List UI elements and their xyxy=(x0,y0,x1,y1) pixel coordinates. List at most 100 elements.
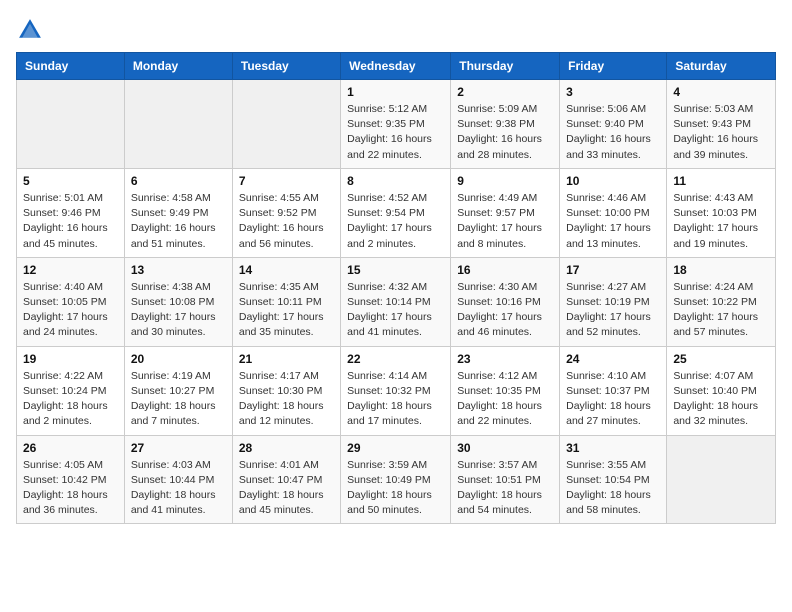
day-number: 15 xyxy=(347,263,444,277)
calendar-cell: 25Sunrise: 4:07 AM Sunset: 10:40 PM Dayl… xyxy=(667,346,776,435)
day-info: Sunrise: 5:01 AM Sunset: 9:46 PM Dayligh… xyxy=(23,191,118,252)
calendar-cell: 21Sunrise: 4:17 AM Sunset: 10:30 PM Dayl… xyxy=(232,346,340,435)
day-info: Sunrise: 5:03 AM Sunset: 9:43 PM Dayligh… xyxy=(673,102,769,163)
day-info: Sunrise: 4:17 AM Sunset: 10:30 PM Daylig… xyxy=(239,369,334,430)
day-number: 28 xyxy=(239,441,334,455)
calendar-cell: 29Sunrise: 3:59 AM Sunset: 10:49 PM Dayl… xyxy=(341,435,451,524)
day-number: 16 xyxy=(457,263,553,277)
calendar-header-thursday: Thursday xyxy=(451,53,560,80)
calendar-cell: 4 Sunrise: 5:03 AM Sunset: 9:43 PM Daylig… xyxy=(667,80,776,169)
day-number: 7 xyxy=(239,174,334,188)
day-number: 19 xyxy=(23,352,118,366)
day-info: Sunrise: 4:40 AM Sunset: 10:05 PM Daylig… xyxy=(23,280,118,341)
day-info: Sunrise: 4:12 AM Sunset: 10:35 PM Daylig… xyxy=(457,369,553,430)
calendar-cell: 1 Sunrise: 5:12 AM Sunset: 9:35 PM Daylig… xyxy=(341,80,451,169)
day-number: 9 xyxy=(457,174,553,188)
calendar-header-wednesday: Wednesday xyxy=(341,53,451,80)
calendar-cell: 30 Sunrise: 3:57 AM Sunset: 10:51 PM Dayl… xyxy=(451,435,560,524)
calendar-cell: 18 Sunrise: 4:24 AM Sunset: 10:22 PM Dayl… xyxy=(667,257,776,346)
calendar-cell xyxy=(232,80,340,169)
day-info: Sunrise: 4:32 AM Sunset: 10:14 PM Daylig… xyxy=(347,280,444,341)
day-number: 8 xyxy=(347,174,444,188)
calendar-header-saturday: Saturday xyxy=(667,53,776,80)
calendar-cell: 3Sunrise: 5:06 AM Sunset: 9:40 PM Daylig… xyxy=(560,80,667,169)
day-number: 23 xyxy=(457,352,553,366)
day-number: 31 xyxy=(566,441,660,455)
day-number: 4 xyxy=(673,85,769,99)
calendar-cell: 12 Sunrise: 4:40 AM Sunset: 10:05 PM Dayl… xyxy=(17,257,125,346)
calendar-cell: 24Sunrise: 4:10 AM Sunset: 10:37 PM Dayl… xyxy=(560,346,667,435)
day-number: 17 xyxy=(566,263,660,277)
day-info: Sunrise: 5:06 AM Sunset: 9:40 PM Dayligh… xyxy=(566,102,660,163)
calendar-cell: 16 Sunrise: 4:30 AM Sunset: 10:16 PM Dayl… xyxy=(451,257,560,346)
day-number: 30 xyxy=(457,441,553,455)
day-number: 11 xyxy=(673,174,769,188)
day-number: 25 xyxy=(673,352,769,366)
calendar-cell: 8 Sunrise: 4:52 AM Sunset: 9:54 PM Daylig… xyxy=(341,168,451,257)
calendar-week-row: 12 Sunrise: 4:40 AM Sunset: 10:05 PM Dayl… xyxy=(17,257,776,346)
calendar-cell: 6 Sunrise: 4:58 AM Sunset: 9:49 PM Daylig… xyxy=(124,168,232,257)
calendar-cell: 31Sunrise: 3:55 AM Sunset: 10:54 PM Dayl… xyxy=(560,435,667,524)
calendar-cell: 13 Sunrise: 4:38 AM Sunset: 10:08 PM Dayl… xyxy=(124,257,232,346)
calendar-week-row: 1 Sunrise: 5:12 AM Sunset: 9:35 PM Daylig… xyxy=(17,80,776,169)
day-info: Sunrise: 4:58 AM Sunset: 9:49 PM Dayligh… xyxy=(131,191,226,252)
day-info: Sunrise: 3:57 AM Sunset: 10:51 PM Daylig… xyxy=(457,458,553,519)
calendar-cell: 20 Sunrise: 4:19 AM Sunset: 10:27 PM Dayl… xyxy=(124,346,232,435)
calendar-cell: 23 Sunrise: 4:12 AM Sunset: 10:35 PM Dayl… xyxy=(451,346,560,435)
calendar-cell: 2 Sunrise: 5:09 AM Sunset: 9:38 PM Daylig… xyxy=(451,80,560,169)
logo-icon xyxy=(16,16,44,44)
day-number: 10 xyxy=(566,174,660,188)
calendar-header-sunday: Sunday xyxy=(17,53,125,80)
calendar-cell: 11 Sunrise: 4:43 AM Sunset: 10:03 PM Dayl… xyxy=(667,168,776,257)
day-number: 29 xyxy=(347,441,444,455)
day-number: 26 xyxy=(23,441,118,455)
day-number: 14 xyxy=(239,263,334,277)
day-info: Sunrise: 4:01 AM Sunset: 10:47 PM Daylig… xyxy=(239,458,334,519)
day-info: Sunrise: 4:19 AM Sunset: 10:27 PM Daylig… xyxy=(131,369,226,430)
day-info: Sunrise: 4:30 AM Sunset: 10:16 PM Daylig… xyxy=(457,280,553,341)
day-info: Sunrise: 4:49 AM Sunset: 9:57 PM Dayligh… xyxy=(457,191,553,252)
calendar-header-tuesday: Tuesday xyxy=(232,53,340,80)
calendar-cell: 14 Sunrise: 4:35 AM Sunset: 10:11 PM Dayl… xyxy=(232,257,340,346)
calendar-week-row: 19 Sunrise: 4:22 AM Sunset: 10:24 PM Dayl… xyxy=(17,346,776,435)
day-number: 18 xyxy=(673,263,769,277)
day-number: 12 xyxy=(23,263,118,277)
calendar-cell: 5 Sunrise: 5:01 AM Sunset: 9:46 PM Daylig… xyxy=(17,168,125,257)
day-info: Sunrise: 4:05 AM Sunset: 10:42 PM Daylig… xyxy=(23,458,118,519)
day-number: 20 xyxy=(131,352,226,366)
calendar-cell xyxy=(124,80,232,169)
day-info: Sunrise: 4:35 AM Sunset: 10:11 PM Daylig… xyxy=(239,280,334,341)
day-info: Sunrise: 4:22 AM Sunset: 10:24 PM Daylig… xyxy=(23,369,118,430)
day-info: Sunrise: 4:46 AM Sunset: 10:00 PM Daylig… xyxy=(566,191,660,252)
calendar-cell: 9 Sunrise: 4:49 AM Sunset: 9:57 PM Daylig… xyxy=(451,168,560,257)
day-info: Sunrise: 4:43 AM Sunset: 10:03 PM Daylig… xyxy=(673,191,769,252)
day-info: Sunrise: 4:55 AM Sunset: 9:52 PM Dayligh… xyxy=(239,191,334,252)
day-info: Sunrise: 4:03 AM Sunset: 10:44 PM Daylig… xyxy=(131,458,226,519)
calendar-header-row: SundayMondayTuesdayWednesdayThursdayFrid… xyxy=(17,53,776,80)
day-number: 27 xyxy=(131,441,226,455)
calendar-week-row: 26 Sunrise: 4:05 AM Sunset: 10:42 PM Dayl… xyxy=(17,435,776,524)
calendar-header-monday: Monday xyxy=(124,53,232,80)
calendar-table: SundayMondayTuesdayWednesdayThursdayFrid… xyxy=(16,52,776,524)
calendar-cell: 17Sunrise: 4:27 AM Sunset: 10:19 PM Dayl… xyxy=(560,257,667,346)
day-number: 2 xyxy=(457,85,553,99)
day-number: 5 xyxy=(23,174,118,188)
day-info: Sunrise: 5:09 AM Sunset: 9:38 PM Dayligh… xyxy=(457,102,553,163)
day-number: 1 xyxy=(347,85,444,99)
day-number: 13 xyxy=(131,263,226,277)
day-info: Sunrise: 5:12 AM Sunset: 9:35 PM Dayligh… xyxy=(347,102,444,163)
logo xyxy=(16,16,48,44)
day-info: Sunrise: 4:38 AM Sunset: 10:08 PM Daylig… xyxy=(131,280,226,341)
calendar-cell: 26 Sunrise: 4:05 AM Sunset: 10:42 PM Dayl… xyxy=(17,435,125,524)
day-info: Sunrise: 4:14 AM Sunset: 10:32 PM Daylig… xyxy=(347,369,444,430)
calendar-cell: 15 Sunrise: 4:32 AM Sunset: 10:14 PM Dayl… xyxy=(341,257,451,346)
day-number: 6 xyxy=(131,174,226,188)
calendar-cell: 27 Sunrise: 4:03 AM Sunset: 10:44 PM Dayl… xyxy=(124,435,232,524)
day-number: 24 xyxy=(566,352,660,366)
calendar-cell: 22Sunrise: 4:14 AM Sunset: 10:32 PM Dayl… xyxy=(341,346,451,435)
calendar-cell: 10 Sunrise: 4:46 AM Sunset: 10:00 PM Dayl… xyxy=(560,168,667,257)
day-info: Sunrise: 4:24 AM Sunset: 10:22 PM Daylig… xyxy=(673,280,769,341)
day-info: Sunrise: 4:52 AM Sunset: 9:54 PM Dayligh… xyxy=(347,191,444,252)
calendar-cell: 19 Sunrise: 4:22 AM Sunset: 10:24 PM Dayl… xyxy=(17,346,125,435)
calendar-cell: 7 Sunrise: 4:55 AM Sunset: 9:52 PM Daylig… xyxy=(232,168,340,257)
